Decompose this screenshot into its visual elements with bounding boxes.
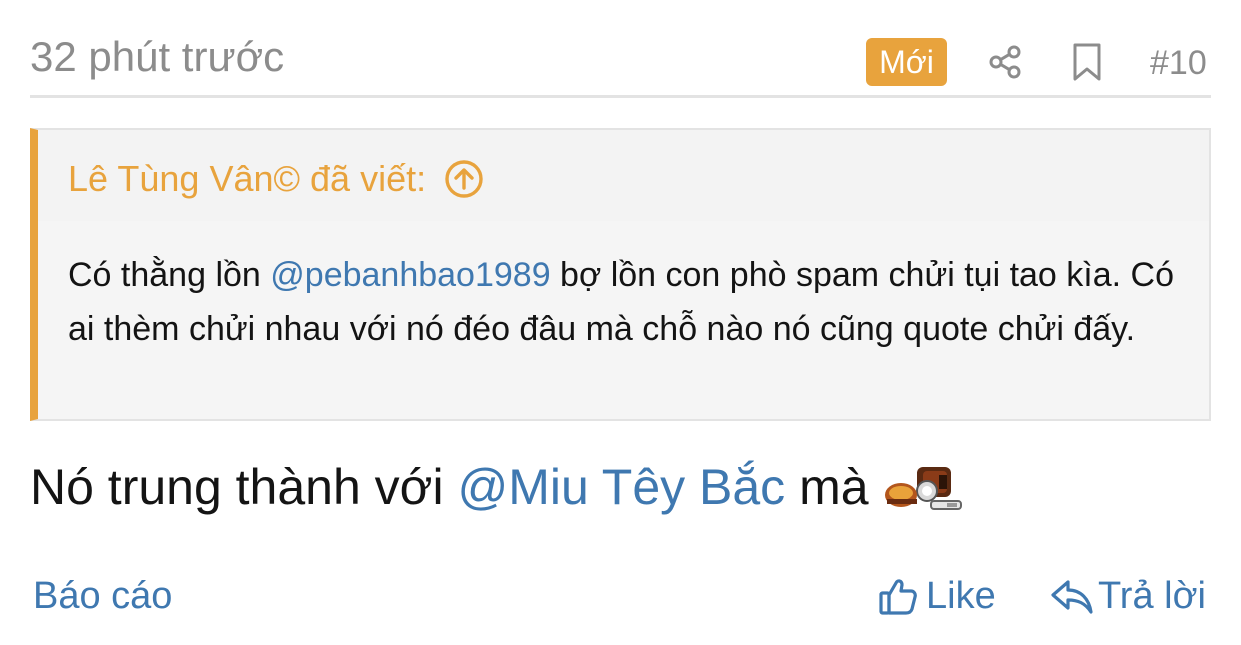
bookmark-button[interactable]: [1065, 40, 1109, 84]
share-button[interactable]: [983, 40, 1027, 84]
arrow-up-circle-icon: [445, 160, 483, 198]
reply-arrow-icon: [1051, 580, 1093, 614]
post-footer: Báo cáo Like Trả lời: [30, 570, 1211, 620]
reply-label: Trả lời: [1098, 575, 1206, 617]
quote-author-link[interactable]: Lê Tùng Vân© đã viết:: [68, 158, 484, 200]
like-label: Like: [926, 575, 996, 617]
like-button[interactable]: Like: [878, 574, 996, 618]
post-timestamp[interactable]: 32 phút trước: [30, 33, 284, 81]
quote-body: Có thằng lồn @pebanhbao1989 bợ lồn con p…: [68, 248, 1178, 356]
quote-header: Lê Tùng Vân© đã viết:: [38, 130, 1209, 221]
quote-mention-link[interactable]: @pebanhbao1989: [270, 256, 550, 294]
thumbs-up-icon: [879, 579, 917, 615]
post-mention-link[interactable]: @Miu Têy Bắc: [457, 455, 785, 519]
quote-text-start: Có thằng lồn: [68, 256, 271, 294]
new-badge: Mới: [866, 38, 947, 86]
post-text-start: Nó trung thành với: [30, 459, 458, 515]
quote-author: Lê Tùng Vân© đã viết:: [68, 158, 427, 199]
quote-block: Lê Tùng Vân© đã viết: Có thằng lồn @peba…: [30, 128, 1211, 421]
reply-button[interactable]: Trả lời: [1050, 574, 1206, 618]
pixel-emoji-icon: [884, 467, 962, 510]
post-number[interactable]: #10: [1150, 42, 1207, 84]
post-text-end: mà: [785, 459, 869, 515]
post-message: Nó trung thành với @Miu Têy Bắc mà: [30, 455, 969, 519]
bookmark-icon: [1073, 43, 1101, 81]
share-icon: [989, 45, 1021, 79]
report-link[interactable]: Báo cáo: [33, 574, 172, 618]
post-header: 32 phút trước Mới #10: [30, 0, 1211, 98]
